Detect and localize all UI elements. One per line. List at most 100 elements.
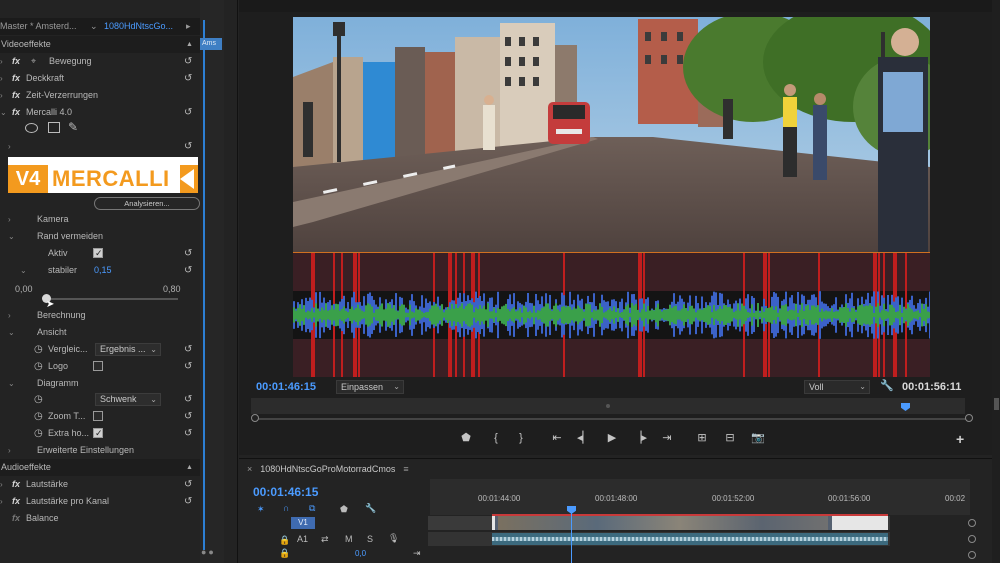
effect-row-lautstaerke[interactable]: › fx Lautstärke ↺	[0, 476, 200, 493]
add-marker-icon[interactable]: ⬟	[340, 504, 348, 515]
collapse-up-icon[interactable]: ▲	[186, 36, 193, 53]
step-back-icon[interactable]: ◂▏	[576, 430, 592, 446]
expand-caret-icon[interactable]: ›	[0, 87, 3, 104]
master-clip-label[interactable]: Master * Amsterd...	[0, 21, 77, 31]
extract-icon[interactable]: ⊟	[722, 430, 738, 446]
effect-row-deckkraft[interactable]: › fx Deckkraft ↺	[0, 70, 200, 87]
aktiv-checkbox[interactable]	[93, 245, 103, 262]
reset-icon[interactable]: ↺	[184, 425, 192, 442]
effect-row-balance[interactable]: fx Balance	[0, 510, 200, 527]
reset-icon[interactable]: ↺	[184, 476, 192, 493]
fx-icon[interactable]: fx	[12, 510, 20, 527]
reset-icon[interactable]: ↺	[184, 53, 192, 70]
go-to-end-icon[interactable]: ⇥	[413, 548, 421, 559]
param-row-berechnung[interactable]: › Berechnung	[0, 307, 200, 324]
go-to-in-icon[interactable]: ⇤	[549, 430, 565, 446]
expand-caret-icon[interactable]: ›	[0, 493, 3, 510]
schwenk-select[interactable]: Schwenk ⌄	[95, 393, 161, 406]
step-forward-icon[interactable]: ▕▸	[632, 430, 648, 446]
expand-caret-icon[interactable]: ›	[8, 307, 11, 324]
solo-button[interactable]: S	[367, 534, 373, 544]
fx-icon[interactable]: fx	[12, 493, 20, 510]
stopwatch-icon[interactable]: ◷	[34, 341, 43, 358]
stopwatch-icon[interactable]: ◷	[34, 358, 43, 375]
monitor-playhead[interactable]	[901, 403, 910, 411]
monitor-scrub-bar[interactable]	[251, 398, 965, 414]
wrench-icon[interactable]: 🔧	[880, 379, 894, 392]
reset-icon[interactable]: ↺	[184, 245, 192, 262]
zoom-start-handle[interactable]	[251, 414, 259, 422]
reset-icon[interactable]: ↺	[184, 391, 192, 408]
fit-select[interactable]: Einpassen ⌄	[336, 380, 404, 394]
sequence-tab[interactable]: × 1080HdNtscGoProMotorradCmos ≡	[247, 464, 409, 474]
rectangle-mask-icon[interactable]	[48, 122, 60, 133]
video-frame[interactable]	[293, 17, 930, 252]
effect-row-mercalli[interactable]: ⌄ fx Mercalli 4.0 ↺	[0, 104, 200, 121]
stopwatch-icon[interactable]: ◷	[34, 408, 43, 425]
clip-name[interactable]: 1080HdNtscGo...	[104, 21, 173, 31]
param-row-ansicht[interactable]: ⌄ Ansicht	[0, 324, 200, 341]
stopwatch-icon[interactable]: ◷	[34, 391, 43, 408]
collapse-caret-icon[interactable]: ⌄	[8, 228, 15, 245]
param-row-rand[interactable]: ⌄ Rand vermeiden	[0, 228, 200, 245]
collapse-caret-icon[interactable]: ⌄	[8, 375, 15, 392]
zoom-checkbox[interactable]	[93, 411, 103, 421]
fx-icon[interactable]: fx	[12, 104, 20, 121]
expand-caret-icon[interactable]: ›	[0, 476, 3, 493]
mute-button[interactable]: M	[345, 534, 353, 544]
go-to-out-icon[interactable]: ⇥	[659, 430, 675, 446]
timeline-timecode[interactable]: 00:01:46:15	[253, 485, 318, 499]
monitor-zoom-bar[interactable]	[255, 418, 971, 420]
effect-row-bewegung[interactable]: › fx ⌖ Bewegung ↺	[0, 53, 200, 70]
reset-icon[interactable]: ↺	[184, 341, 192, 358]
mark-out-icon[interactable]: }	[513, 430, 529, 446]
sync-lock-icon[interactable]: ⇄	[321, 534, 329, 545]
chevron-down-icon[interactable]: ⌄	[90, 21, 98, 32]
analyze-button[interactable]: Analysieren...	[94, 197, 200, 210]
audio-clip[interactable]	[492, 533, 888, 545]
fx-icon[interactable]: fx	[12, 87, 20, 104]
add-button-icon[interactable]: +	[956, 431, 964, 447]
pen-mask-icon[interactable]: ✎	[68, 120, 78, 134]
stabiler-value[interactable]: 0,15	[94, 262, 112, 279]
fx-icon[interactable]: fx	[12, 476, 20, 493]
nest-icon[interactable]: ✶	[257, 504, 265, 515]
expand-caret-icon[interactable]: ›	[8, 211, 11, 228]
zoom-circles-icon[interactable]: ●●	[201, 547, 216, 557]
linked-selection-icon[interactable]: ⧉	[309, 503, 315, 514]
collapse-up-icon[interactable]: ▲	[186, 459, 193, 476]
marker-icon[interactable]: ⬟	[458, 430, 474, 446]
timeline-settings-icon[interactable]: 🔧	[365, 503, 376, 514]
expand-caret-icon[interactable]: ›	[0, 53, 3, 70]
param-row-kamera[interactable]: › Kamera	[0, 211, 200, 228]
scrollbar-thumb[interactable]	[994, 398, 999, 410]
menu-icon[interactable]: ≡	[403, 464, 408, 474]
play-triangle-icon[interactable]: ▸	[186, 21, 191, 32]
zoom-end-handle[interactable]	[965, 414, 973, 422]
logo-checkbox[interactable]	[93, 361, 103, 371]
mark-in-icon[interactable]: {	[488, 430, 504, 446]
expand-caret-icon[interactable]: ›	[8, 442, 11, 459]
lock-icon[interactable]: 🔒	[279, 548, 290, 559]
play-icon[interactable]: ▶	[604, 430, 620, 446]
video-clip[interactable]	[492, 516, 888, 530]
reset-icon[interactable]: ↺	[184, 358, 192, 375]
track-height-handle[interactable]	[968, 535, 976, 543]
reset-icon[interactable]: ↺	[184, 104, 192, 121]
reset-icon[interactable]: ↺	[184, 493, 192, 510]
expand-caret-icon[interactable]: ›	[0, 70, 3, 87]
fx-icon[interactable]: fx	[12, 53, 20, 70]
stabiler-slider[interactable]: 0,00 0,80 ➤	[0, 282, 200, 310]
track-height-handle[interactable]	[968, 519, 976, 527]
monitor-timecode[interactable]: 00:01:46:15	[256, 381, 316, 393]
right-scrollbar[interactable]	[992, 0, 1000, 563]
mini-clip[interactable]: Ams	[200, 38, 222, 50]
reset-icon[interactable]: ↺	[184, 262, 192, 279]
slider-track[interactable]	[44, 298, 178, 300]
effect-row-zeit[interactable]: › fx Zeit-Verzerrungen	[0, 87, 200, 104]
lift-icon[interactable]: ⊞	[694, 430, 710, 446]
mini-playhead[interactable]	[203, 20, 205, 550]
param-row-erweitert[interactable]: › Erweiterte Einstellungen	[0, 442, 200, 459]
collapse-caret-icon[interactable]: ⌄	[0, 104, 7, 121]
fx-icon[interactable]: fx	[12, 70, 20, 87]
